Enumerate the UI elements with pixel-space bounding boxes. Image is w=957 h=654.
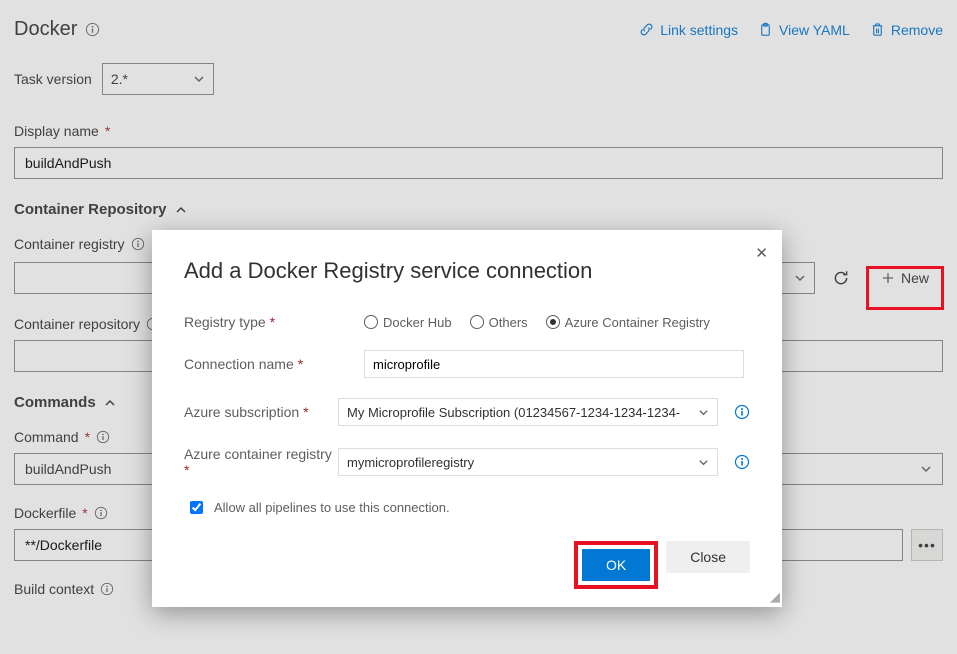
radio-icon	[546, 315, 560, 329]
azure-subscription-value: My Microprofile Subscription (01234567-1…	[347, 405, 680, 420]
trash-icon	[870, 22, 885, 37]
header-actions: Link settings View YAML Remove	[639, 22, 943, 38]
radio-icon	[364, 315, 378, 329]
display-name-label: Display name	[14, 123, 99, 139]
view-yaml-label: View YAML	[779, 22, 850, 38]
browse-button[interactable]: •••	[911, 529, 943, 561]
container-registry-label: Container registry	[14, 236, 125, 252]
task-version-label: Task version	[14, 71, 92, 87]
radio-label: Others	[489, 315, 528, 330]
info-icon[interactable]	[94, 506, 108, 520]
azure-subscription-select[interactable]: My Microprofile Subscription (01234567-1…	[338, 398, 718, 426]
info-icon[interactable]	[85, 22, 100, 37]
dialog-title: Add a Docker Registry service connection	[184, 258, 750, 284]
build-context-label: Build context	[14, 581, 94, 597]
azure-container-registry-row: Azure container registry * mymicroprofil…	[184, 446, 750, 478]
chevron-down-icon	[698, 407, 709, 418]
display-name-block: Display name *	[14, 123, 943, 179]
registry-type-label: Registry type	[184, 314, 266, 330]
required-marker: *	[298, 356, 303, 372]
required-marker: *	[270, 314, 275, 330]
connection-name-row: Connection name *	[184, 350, 750, 378]
new-button[interactable]: New	[867, 260, 943, 296]
annotation-highlight-ok: OK	[574, 541, 658, 589]
radio-others[interactable]: Others	[470, 315, 528, 330]
view-yaml-button[interactable]: View YAML	[758, 22, 850, 38]
remove-button[interactable]: Remove	[870, 22, 943, 38]
link-icon	[639, 22, 654, 37]
info-icon[interactable]	[96, 430, 110, 444]
remove-label: Remove	[891, 22, 943, 38]
page-title: Docker	[14, 18, 77, 41]
required-marker: *	[184, 462, 189, 478]
azure-container-registry-select[interactable]: mymicroprofileregistry	[338, 448, 718, 476]
ellipsis-icon: •••	[918, 537, 936, 553]
refresh-button[interactable]	[825, 262, 857, 294]
required-marker: *	[105, 123, 110, 139]
link-settings-button[interactable]: Link settings	[639, 22, 738, 38]
connection-name-label: Connection name	[184, 356, 294, 372]
required-marker: *	[303, 404, 308, 420]
section-title: Container Repository	[14, 201, 167, 218]
container-repository-section-header[interactable]: Container Repository	[14, 201, 943, 218]
registry-type-row: Registry type * Docker Hub Others Azure …	[184, 314, 750, 330]
info-icon[interactable]	[734, 454, 750, 470]
close-button[interactable]: Close	[666, 541, 750, 573]
radio-label: Docker Hub	[383, 315, 452, 330]
chevron-down-icon	[698, 457, 709, 468]
link-settings-label: Link settings	[660, 22, 738, 38]
required-marker: *	[85, 429, 90, 445]
new-label: New	[901, 270, 929, 286]
section-title: Commands	[14, 394, 96, 411]
refresh-icon	[832, 269, 850, 287]
command-label: Command	[14, 429, 79, 445]
radio-acr[interactable]: Azure Container Registry	[546, 315, 710, 330]
radio-label: Azure Container Registry	[565, 315, 710, 330]
chevron-down-icon	[193, 73, 205, 85]
allow-all-checkbox-row[interactable]: Allow all pipelines to use this connecti…	[184, 498, 750, 517]
info-icon[interactable]	[100, 582, 114, 596]
azure-subscription-label: Azure subscription	[184, 404, 299, 420]
container-repository-label: Container repository	[14, 316, 140, 332]
dockerfile-label: Dockerfile	[14, 505, 76, 521]
close-icon[interactable]: ✕	[755, 244, 768, 262]
service-connection-dialog: ✕ Add a Docker Registry service connecti…	[152, 230, 782, 607]
clipboard-icon	[758, 22, 773, 37]
dialog-button-row: OK Close	[184, 541, 750, 589]
azure-subscription-row: Azure subscription * My Microprofile Sub…	[184, 398, 750, 426]
radio-docker-hub[interactable]: Docker Hub	[364, 315, 452, 330]
task-version-value: 2.*	[111, 71, 128, 87]
resize-grip-icon[interactable]: ◢	[770, 589, 780, 605]
registry-type-radio-group: Docker Hub Others Azure Container Regist…	[364, 315, 750, 330]
plus-icon	[881, 271, 895, 285]
command-value: buildAndPush	[25, 461, 111, 477]
chevron-down-icon	[794, 272, 806, 284]
chevron-up-icon	[104, 397, 116, 409]
chevron-up-icon	[175, 204, 187, 216]
azure-container-registry-label: Azure container registry	[184, 446, 332, 462]
display-name-input[interactable]	[14, 147, 943, 179]
task-version-select[interactable]: 2.*	[102, 63, 214, 95]
connection-name-input[interactable]	[364, 350, 744, 378]
task-version-row: Task version 2.*	[14, 63, 943, 95]
chevron-down-icon	[920, 463, 932, 475]
radio-icon	[470, 315, 484, 329]
header-row: Docker Link settings View YAML Remove	[14, 18, 943, 41]
allow-all-checkbox[interactable]	[190, 501, 203, 514]
info-icon[interactable]	[131, 237, 145, 251]
azure-container-registry-value: mymicroprofileregistry	[347, 455, 474, 470]
ok-button[interactable]: OK	[582, 549, 650, 581]
allow-all-label: Allow all pipelines to use this connecti…	[214, 500, 450, 515]
required-marker: *	[82, 505, 87, 521]
info-icon[interactable]	[734, 404, 750, 420]
